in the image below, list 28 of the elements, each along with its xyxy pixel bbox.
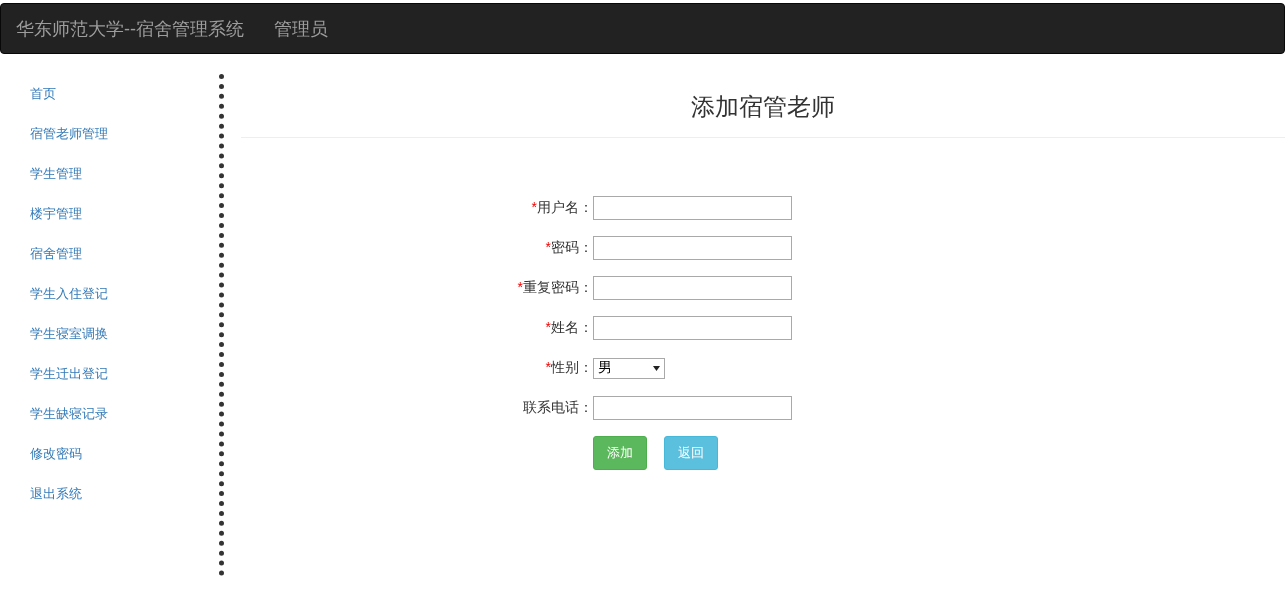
sidebar-link[interactable]: 学生迁出登记 xyxy=(30,364,219,384)
field-label: 联系电话： xyxy=(522,399,593,417)
field-label: *密码： xyxy=(544,239,593,257)
brand-link[interactable]: 华东师范大学--宿舍管理系统 xyxy=(16,16,244,41)
sidebar-link[interactable]: 首页 xyxy=(30,84,219,104)
field-label: *用户名： xyxy=(530,199,593,217)
sidebar-link[interactable]: 修改密码 xyxy=(30,444,219,464)
sidebar-link[interactable]: 楼宇管理 xyxy=(30,204,219,224)
field-label: *性别： xyxy=(544,359,593,377)
input-field[interactable] xyxy=(593,316,792,340)
sidebar-link[interactable]: 宿管老师管理 xyxy=(30,124,219,144)
user-link[interactable]: 管理员 xyxy=(274,16,328,41)
sidebar-link[interactable]: 学生管理 xyxy=(30,164,219,184)
sidebar-link[interactable]: 学生缺寝记录 xyxy=(30,404,219,424)
add-button[interactable]: 添加 xyxy=(593,436,647,470)
sidebar-link[interactable]: 退出系统 xyxy=(30,484,219,504)
input-field[interactable] xyxy=(593,236,792,260)
field-label: *姓名： xyxy=(544,319,593,337)
caret-icon xyxy=(653,365,660,371)
page-title: 添加宿管老师 xyxy=(690,92,836,122)
input-field[interactable] xyxy=(593,276,792,300)
sidebar-link[interactable]: 宿舍管理 xyxy=(30,244,219,264)
sidebar-link[interactable]: 学生寝室调换 xyxy=(30,324,219,344)
input-field[interactable] xyxy=(593,396,792,420)
field-label: *重复密码： xyxy=(516,279,593,297)
input-field[interactable] xyxy=(593,196,792,220)
gender-select[interactable]: 男 xyxy=(593,357,665,379)
sidebar-link[interactable]: 学生入住登记 xyxy=(30,284,219,304)
